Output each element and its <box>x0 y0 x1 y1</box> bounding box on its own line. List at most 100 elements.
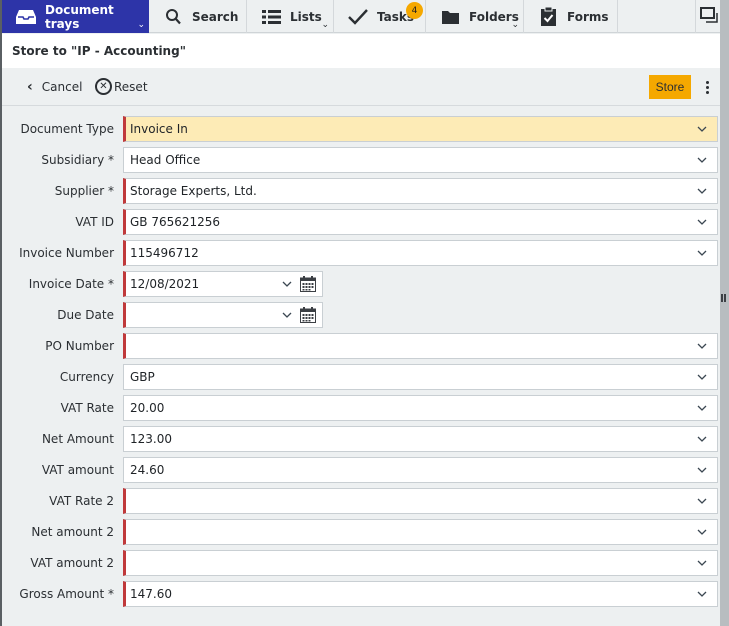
form-row-net-amount: Net Amount 123.00 <box>2 426 720 452</box>
cancel-label: Cancel <box>41 79 83 94</box>
top-navigation: Document trays ⌄ Search Lists ⌄ Tasks 4 <box>2 0 720 33</box>
field-label: Due Date <box>57 308 114 322</box>
chevron-down-icon[interactable] <box>697 154 707 164</box>
field-label: Currency <box>59 370 114 384</box>
reset-label: Reset <box>114 79 148 94</box>
gross-amount-select[interactable]: 147.60 <box>123 581 718 607</box>
supplier-select[interactable]: Storage Experts, Ltd. <box>123 178 718 204</box>
window-restore-icon <box>700 7 718 26</box>
field-value: Head Office <box>130 153 201 167</box>
field-label: Subsidiary * <box>41 153 114 167</box>
form-row-currency: Currency GBP <box>2 364 720 390</box>
field-label: Net amount 2 <box>31 525 114 539</box>
form-row-vat-amount: VAT amount 24.60 <box>2 457 720 483</box>
folder-icon <box>440 8 460 26</box>
vat-amount-2-select[interactable] <box>123 550 718 576</box>
invoice-date-date-input[interactable]: 12/08/2021 <box>123 271 323 297</box>
store-button[interactable]: Store <box>649 75 691 99</box>
chevron-down-icon[interactable] <box>697 588 707 598</box>
form-row-document-type: Document Type Invoice In <box>2 116 720 142</box>
nav-label: Forms <box>567 9 609 24</box>
chevron-down-icon[interactable] <box>697 526 707 536</box>
field-value: Invoice In <box>130 122 188 136</box>
form-row-subsidiary: Subsidiary * Head Office <box>2 147 720 173</box>
nav-label: Search <box>192 9 239 24</box>
chevron-down-icon[interactable] <box>697 371 707 381</box>
field-label: VAT ID <box>75 215 114 229</box>
calendar-icon[interactable] <box>300 307 316 323</box>
field-value: 24.60 <box>130 463 165 477</box>
field-label: Net Amount <box>41 432 114 446</box>
nav-lists[interactable]: Lists ⌄ <box>247 0 334 33</box>
field-value: 115496712 <box>130 246 199 260</box>
net-amount-select[interactable]: 123.00 <box>123 426 718 452</box>
form-row-vat-rate-2: VAT Rate 2 <box>2 488 720 514</box>
due-date-date-input[interactable] <box>123 302 323 328</box>
calendar-icon[interactable] <box>300 276 316 292</box>
form-row-net-amount-2: Net amount 2 <box>2 519 720 545</box>
invoice-number-select[interactable]: 115496712 <box>123 240 718 266</box>
chevron-down-icon[interactable] <box>697 216 707 226</box>
chevron-down-icon[interactable] <box>697 247 707 257</box>
field-label: VAT Rate <box>60 401 114 415</box>
field-label: Invoice Number <box>19 246 114 260</box>
app-window: Document trays ⌄ Search Lists ⌄ Tasks 4 <box>0 0 720 626</box>
field-value: 20.00 <box>130 401 165 415</box>
search-icon <box>163 8 183 26</box>
chevron-down-icon[interactable] <box>282 278 292 288</box>
vat-id-select[interactable]: GB 765621256 <box>123 209 718 235</box>
cancel-button[interactable]: ‹ Cancel <box>27 79 82 95</box>
field-label: VAT amount <box>41 463 114 477</box>
form-row-vat-amount-2: VAT amount 2 <box>2 550 720 576</box>
inbox-tray-icon <box>16 8 36 26</box>
more-options-icon[interactable] <box>702 78 712 96</box>
form-row-due-date: Due Date <box>2 302 720 328</box>
chevron-down-icon[interactable]: ⌄ <box>321 21 329 30</box>
form-row-gross-amount: Gross Amount * 147.60 <box>2 581 720 607</box>
chevron-down-icon[interactable] <box>697 402 707 412</box>
chevron-down-icon[interactable]: ⌄ <box>137 21 145 30</box>
resize-grip-icon[interactable] <box>721 294 729 302</box>
form-toolbar: ‹ Cancel ✕ Reset Store <box>2 68 720 106</box>
vat-amount-select[interactable]: 24.60 <box>123 457 718 483</box>
form-row-supplier: Supplier * Storage Experts, Ltd. <box>2 178 720 204</box>
nav-search[interactable]: Search <box>149 0 247 33</box>
chevron-down-icon[interactable] <box>697 464 707 474</box>
field-value: GBP <box>130 370 155 384</box>
document-type-select[interactable]: Invoice In <box>123 116 718 142</box>
vat-rate-2-select[interactable] <box>123 488 718 514</box>
chevron-left-icon: ‹ <box>27 78 33 95</box>
form-row-po-number: PO Number <box>2 333 720 359</box>
field-label: Supplier * <box>54 184 114 198</box>
field-value: Storage Experts, Ltd. <box>130 184 257 198</box>
chevron-down-icon[interactable] <box>697 433 707 443</box>
clipboard-check-icon <box>538 7 558 26</box>
nav-folders[interactable]: Folders ⌄ <box>426 0 524 33</box>
checkmark-icon <box>348 8 368 26</box>
window-restore-button[interactable] <box>696 0 720 33</box>
subsidiary-select[interactable]: Head Office <box>123 147 718 173</box>
nav-document-trays[interactable]: Document trays ⌄ <box>2 0 149 33</box>
chevron-down-icon[interactable] <box>697 557 707 567</box>
reset-button[interactable]: ✕ Reset <box>95 78 148 95</box>
chevron-down-icon[interactable] <box>697 495 707 505</box>
net-amount-2-select[interactable] <box>123 519 718 545</box>
nav-forms[interactable]: Forms <box>524 0 618 33</box>
po-number-select[interactable] <box>123 333 718 359</box>
page-title: Store to "IP - Accounting" <box>2 34 720 68</box>
chevron-down-icon[interactable] <box>697 185 707 195</box>
field-label: VAT Rate 2 <box>49 494 114 508</box>
nav-spacer <box>618 0 696 33</box>
field-value: 12/08/2021 <box>130 277 200 291</box>
chevron-down-icon[interactable]: ⌄ <box>511 21 519 30</box>
nav-label: Document trays <box>45 2 114 31</box>
field-value: GB 765621256 <box>130 215 221 229</box>
chevron-down-icon[interactable] <box>282 309 292 319</box>
vat-rate-select[interactable]: 20.00 <box>123 395 718 421</box>
chevron-down-icon[interactable] <box>697 340 707 350</box>
nav-tasks[interactable]: Tasks 4 <box>334 0 426 33</box>
form-row-invoice-date: Invoice Date * 12/08/2021 <box>2 271 720 297</box>
tasks-count-badge: 4 <box>406 2 423 19</box>
currency-select[interactable]: GBP <box>123 364 718 390</box>
chevron-down-icon[interactable] <box>697 123 707 133</box>
